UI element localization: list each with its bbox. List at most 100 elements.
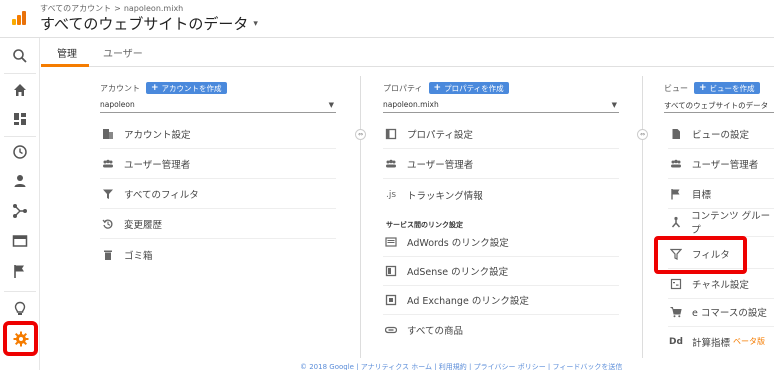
link-icon bbox=[383, 324, 399, 336]
menu-item-view-users[interactable]: ユーザー管理者 bbox=[668, 150, 774, 179]
menu-item-calculated-metrics[interactable]: Dd 計算指標 ベータ版 bbox=[668, 327, 774, 356]
tab-bar: 管理 ユーザー bbox=[41, 38, 774, 67]
menu-item-label: ゴミ箱 bbox=[124, 250, 153, 262]
menu-item-content-groups[interactable]: コンテンツ グループ bbox=[668, 208, 774, 237]
menu-item-account-settings[interactable]: アカウント設定 bbox=[100, 120, 336, 149]
adwords-icon bbox=[383, 236, 399, 248]
menu-item-label: すべてのフィルタ bbox=[124, 190, 199, 201]
gear-icon bbox=[13, 331, 28, 346]
column-divider bbox=[360, 76, 361, 358]
account-heading: アカウント bbox=[100, 83, 140, 93]
home-icon[interactable] bbox=[0, 75, 40, 105]
users-icon bbox=[100, 158, 116, 170]
building-icon bbox=[100, 128, 116, 140]
behavior-icon[interactable] bbox=[0, 226, 40, 256]
view-select[interactable]: すべてのウェブサイトのデータ bbox=[664, 99, 774, 113]
lightbulb-icon[interactable] bbox=[0, 294, 40, 324]
users-icon bbox=[668, 158, 684, 170]
menu-item-label: すべての商品 bbox=[407, 325, 463, 337]
chevron-down-icon: ▼ bbox=[611, 101, 617, 109]
menu-item-label: アカウント設定 bbox=[124, 130, 191, 141]
menu-item-all-filters[interactable]: すべてのフィルタ bbox=[100, 180, 336, 209]
menu-item-trash[interactable]: ゴミ箱 bbox=[100, 240, 336, 269]
property-heading: プロパティ bbox=[383, 83, 423, 93]
users-icon bbox=[383, 158, 399, 170]
menu-item-label: ユーザー管理者 bbox=[692, 160, 759, 171]
breadcrumb-separator: > bbox=[114, 4, 121, 13]
menu-item-channel-settings[interactable]: チャネル設定 bbox=[668, 270, 774, 299]
account-select[interactable]: napoleon ▼ bbox=[100, 99, 336, 113]
tab-user[interactable]: ユーザー bbox=[103, 45, 143, 60]
menu-item-ecommerce-settings[interactable]: e コマースの設定 bbox=[668, 298, 774, 327]
create-account-label: アカウントを作成 bbox=[161, 83, 222, 93]
property-icon bbox=[383, 128, 399, 140]
menu-item-label: ユーザー管理者 bbox=[124, 160, 191, 171]
menu-item-tracking-info[interactable]: .js トラッキング情報 bbox=[383, 180, 619, 209]
admin-gear-button[interactable] bbox=[3, 321, 38, 356]
menu-item-label: Ad Exchange のリンク設定 bbox=[407, 296, 529, 307]
menu-item-label: 変更履歴 bbox=[124, 220, 163, 231]
property-column-header: プロパティ + プロパティを作成 bbox=[383, 82, 509, 94]
js-icon: .js bbox=[385, 189, 397, 200]
create-view-button[interactable]: + ビューを作成 bbox=[694, 82, 760, 94]
acquisition-icon[interactable] bbox=[0, 196, 40, 226]
menu-item-label: 計算指標 bbox=[692, 337, 731, 349]
analytics-logo-icon[interactable] bbox=[12, 11, 28, 25]
menu-item-change-history[interactable]: 変更履歴 bbox=[100, 210, 336, 239]
menu-item-label: チャネル設定 bbox=[692, 280, 749, 291]
menu-item-adwords-link[interactable]: AdWords のリンク設定 bbox=[383, 228, 619, 257]
channel-icon bbox=[668, 278, 684, 290]
cart-icon bbox=[668, 306, 684, 318]
menu-item-property-settings[interactable]: プロパティ設定 bbox=[383, 120, 619, 149]
clock-icon[interactable] bbox=[0, 137, 40, 167]
adsense-icon bbox=[383, 265, 399, 277]
adexchange-icon bbox=[383, 294, 399, 306]
menu-item-adexchange-link[interactable]: Ad Exchange のリンク設定 bbox=[383, 286, 619, 315]
dashboard-icon[interactable] bbox=[0, 104, 40, 134]
person-icon[interactable] bbox=[0, 166, 40, 196]
create-view-label: ビューを作成 bbox=[709, 83, 755, 93]
menu-item-label: プロパティ設定 bbox=[407, 130, 473, 141]
history-icon bbox=[100, 218, 116, 230]
menu-item-label: トラッキング情報 bbox=[407, 190, 483, 202]
menu-item-label: ビューの設定 bbox=[692, 130, 750, 141]
menu-item-label: ユーザー管理者 bbox=[407, 160, 474, 171]
menu-item-all-products[interactable]: すべての商品 bbox=[383, 315, 619, 344]
footer-links[interactable]: © 2018 Google | アナリティクス ホーム | 利用規約 | プライ… bbox=[300, 362, 622, 370]
view-column-header: ビュー + ビューを作成 bbox=[664, 82, 760, 94]
account-column-header: アカウント + アカウントを作成 bbox=[100, 82, 227, 94]
content-group-icon bbox=[668, 216, 683, 228]
property-select[interactable]: napoleon.mixh ▼ bbox=[383, 99, 619, 113]
breadcrumb-account[interactable]: すべてのアカウント bbox=[40, 4, 111, 13]
view-heading: ビュー bbox=[664, 83, 688, 93]
column-divider bbox=[642, 76, 643, 358]
menu-item-goals[interactable]: 目標 bbox=[668, 180, 774, 209]
breadcrumb-property[interactable]: napoleon.mixh bbox=[124, 4, 183, 13]
dd-icon: Dd bbox=[669, 336, 683, 347]
create-account-button[interactable]: + アカウントを作成 bbox=[146, 82, 227, 94]
trash-icon bbox=[100, 249, 116, 261]
view-select-value: すべてのウェブサイトのデータ bbox=[664, 101, 769, 110]
create-property-label: プロパティを作成 bbox=[444, 83, 504, 93]
menu-item-label: コンテンツ グループ bbox=[691, 211, 771, 236]
menu-item-view-settings[interactable]: ビューの設定 bbox=[668, 120, 774, 149]
flag-icon[interactable] bbox=[0, 256, 40, 286]
tab-admin[interactable]: 管理 bbox=[57, 45, 77, 60]
view-selector[interactable]: すべてのウェブサイトのデータ ▾ bbox=[40, 13, 258, 34]
menu-item-label: e コマースの設定 bbox=[692, 308, 767, 319]
search-icon[interactable] bbox=[0, 41, 40, 71]
beta-badge: ベータ版 bbox=[733, 337, 766, 346]
left-sidebar bbox=[0, 38, 40, 370]
menu-item-label: AdSense のリンク設定 bbox=[407, 267, 509, 278]
menu-item-property-users[interactable]: ユーザー管理者 bbox=[383, 150, 619, 179]
page-title: すべてのウェブサイトのデータ bbox=[40, 15, 249, 33]
active-tab-indicator bbox=[41, 64, 89, 67]
create-property-button[interactable]: + プロパティを作成 bbox=[428, 82, 509, 94]
menu-item-label: 目標 bbox=[692, 190, 712, 201]
chevron-down-icon: ▼ bbox=[328, 101, 334, 109]
top-header: すべてのアカウント > napoleon.mixh すべてのウェブサイトのデータ ▾ bbox=[0, 0, 774, 38]
menu-item-account-users[interactable]: ユーザー管理者 bbox=[100, 150, 336, 179]
filter-highlight-box bbox=[654, 236, 747, 274]
menu-item-adsense-link[interactable]: AdSense のリンク設定 bbox=[383, 257, 619, 286]
flag-icon bbox=[668, 188, 684, 200]
